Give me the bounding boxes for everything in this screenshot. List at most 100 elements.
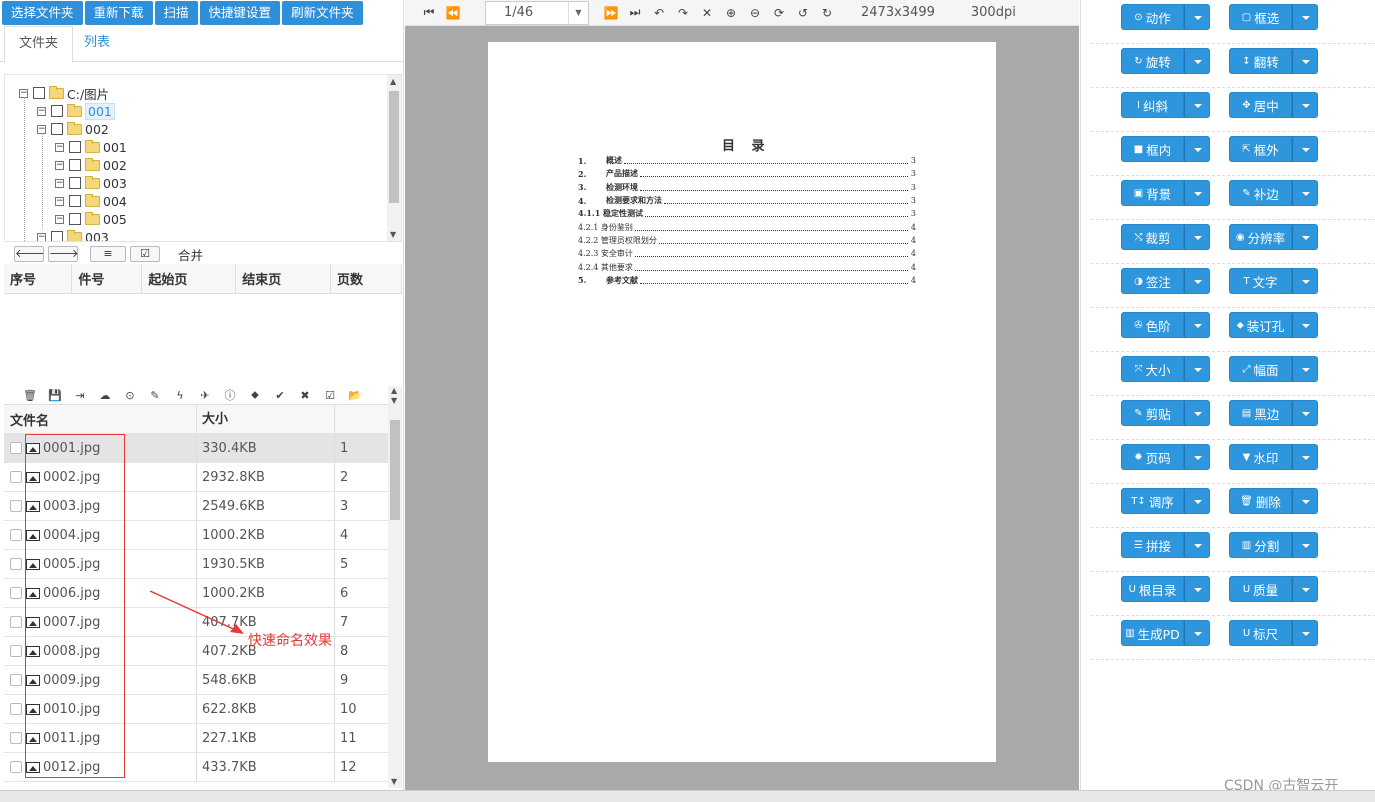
close-icon[interactable]: ✕ bbox=[695, 6, 719, 20]
tool-button[interactable]: U 质量 bbox=[1229, 576, 1292, 602]
tree-checkbox[interactable] bbox=[69, 195, 81, 207]
tool-button[interactable]: ✥ 居中 bbox=[1229, 92, 1292, 118]
info-icon[interactable]: ⓘ bbox=[222, 387, 238, 403]
scroll-up-icon[interactable]: ▲ bbox=[391, 386, 397, 395]
tool-button[interactable]: I 纠斜 bbox=[1121, 92, 1184, 118]
col-page-count[interactable]: 页数 bbox=[330, 264, 402, 294]
collapse-icon[interactable]: − bbox=[55, 214, 64, 224]
edit-icon[interactable]: ✎ bbox=[147, 389, 163, 402]
tab-list[interactable]: 列表 bbox=[70, 26, 124, 63]
chevron-down-icon[interactable] bbox=[1292, 356, 1318, 382]
collapse-icon[interactable]: − bbox=[55, 160, 64, 170]
scan-button[interactable]: 扫描 bbox=[154, 1, 198, 25]
rotate-left-icon[interactable]: ↺ bbox=[791, 6, 815, 20]
scroll-thumb[interactable] bbox=[389, 91, 399, 203]
tool-button[interactable]: ◉ 分辨率 bbox=[1229, 224, 1292, 250]
row-checkbox[interactable] bbox=[10, 587, 22, 599]
tool-button[interactable]: ■ 框内 bbox=[1121, 136, 1184, 162]
tree-node[interactable]: − 004 bbox=[55, 192, 127, 210]
shortcut-settings-button[interactable]: 快捷键设置 bbox=[199, 1, 281, 25]
chevron-down-icon[interactable] bbox=[1184, 532, 1210, 558]
chevron-down-icon[interactable] bbox=[1184, 180, 1210, 206]
check-icon[interactable]: ☑ bbox=[130, 246, 160, 262]
collapse-icon[interactable]: − bbox=[55, 196, 64, 206]
tool-button[interactable]: T↕ 调序 bbox=[1121, 488, 1184, 514]
scroll-down-icon[interactable]: ▼ bbox=[390, 230, 396, 239]
row-checkbox[interactable] bbox=[10, 674, 22, 686]
tool-button[interactable]: 🗑 删除 bbox=[1229, 488, 1292, 514]
bolt-icon[interactable]: ϟ bbox=[172, 389, 188, 402]
tree-scrollbar[interactable]: ▲ ▼ bbox=[387, 75, 401, 241]
tree-checkbox[interactable] bbox=[69, 177, 81, 189]
chevron-down-icon[interactable] bbox=[1292, 444, 1318, 470]
chevron-down-icon[interactable] bbox=[1184, 488, 1210, 514]
tool-button[interactable]: U 根目录 bbox=[1121, 576, 1184, 602]
chevron-down-icon[interactable] bbox=[1184, 400, 1210, 426]
col-size[interactable]: 大小 bbox=[197, 405, 335, 433]
tool-button[interactable]: ↕ 翻转 bbox=[1229, 48, 1292, 74]
tool-button[interactable]: ◑ 签注 bbox=[1121, 268, 1184, 294]
tool-button[interactable]: ⇱ 框外 bbox=[1229, 136, 1292, 162]
tool-button[interactable]: T 文字 bbox=[1229, 268, 1292, 294]
row-checkbox[interactable] bbox=[10, 500, 22, 512]
tool-button[interactable]: ☰ 拼接 bbox=[1121, 532, 1184, 558]
tab-folder[interactable]: 文件夹 bbox=[4, 26, 74, 63]
tree-checkbox[interactable] bbox=[33, 87, 45, 99]
chevron-down-icon[interactable] bbox=[1184, 92, 1210, 118]
chevron-down-icon[interactable] bbox=[1184, 4, 1210, 30]
col-start-page[interactable]: 起始页 bbox=[141, 264, 237, 294]
tool-button[interactable]: U 标尺 bbox=[1229, 620, 1292, 646]
tool-button[interactable]: ✎ 剪贴 bbox=[1121, 400, 1184, 426]
rotate-right-icon[interactable]: ↻ bbox=[815, 6, 839, 20]
collapse-icon[interactable]: − bbox=[55, 178, 64, 188]
tags-icon[interactable]: ⬥ bbox=[247, 388, 263, 402]
tree-node[interactable]: − 003 bbox=[55, 174, 127, 192]
file-scrollbar[interactable]: ▲ ▼ ▼ bbox=[388, 386, 402, 788]
tool-button[interactable]: ⬥ 装订孔 bbox=[1229, 312, 1292, 338]
plane-icon[interactable]: ✈ bbox=[197, 389, 213, 402]
chevron-down-icon[interactable] bbox=[1292, 620, 1318, 646]
row-checkbox[interactable] bbox=[10, 645, 22, 657]
chevron-down-icon[interactable] bbox=[1292, 268, 1318, 294]
row-checkbox[interactable] bbox=[10, 616, 22, 628]
tool-button[interactable]: ✹ 页码 bbox=[1121, 444, 1184, 470]
zoom-in-icon[interactable]: ⊕ bbox=[719, 6, 743, 20]
chevron-down-icon[interactable]: ▼ bbox=[568, 1, 588, 24]
row-checkbox[interactable] bbox=[10, 703, 22, 715]
prev-arrow-icon[interactable]: 🡐 bbox=[14, 246, 45, 262]
prev-page-icon[interactable]: ⏪ bbox=[441, 6, 465, 20]
refresh-icon[interactable]: ⟳ bbox=[767, 6, 791, 20]
tool-button[interactable]: ⤢ 幅面 bbox=[1229, 356, 1292, 382]
scroll-up-icon[interactable]: ▲ bbox=[390, 77, 396, 86]
chevron-down-icon[interactable] bbox=[1184, 444, 1210, 470]
check-square-icon[interactable]: ☑ bbox=[322, 389, 338, 402]
chevron-down-icon[interactable] bbox=[1184, 48, 1210, 74]
import-icon[interactable]: ⇥ bbox=[72, 389, 88, 402]
row-checkbox[interactable] bbox=[10, 529, 22, 541]
tree-node[interactable]: − 001 bbox=[37, 102, 115, 120]
trash-icon[interactable]: 🗑 bbox=[22, 389, 38, 402]
tree-node[interactable]: − 001 bbox=[55, 138, 127, 156]
list-icon[interactable]: ≡ bbox=[90, 246, 126, 262]
download-icon[interactable]: ⊙ bbox=[122, 389, 138, 402]
chevron-down-icon[interactable] bbox=[1184, 356, 1210, 382]
check-icon[interactable]: ✔ bbox=[272, 389, 288, 402]
tool-button[interactable]: ▥ 生成PD bbox=[1121, 620, 1184, 646]
row-checkbox[interactable] bbox=[10, 558, 22, 570]
tool-button[interactable]: ▤ 黑边 bbox=[1229, 400, 1292, 426]
cloud-upload-icon[interactable]: ☁ bbox=[97, 389, 113, 402]
tree-node[interactable]: − C:/图片 bbox=[19, 84, 109, 102]
tree-checkbox[interactable] bbox=[51, 105, 63, 117]
chevron-down-icon[interactable] bbox=[1292, 136, 1318, 162]
first-page-icon[interactable]: ⏮ bbox=[417, 5, 441, 20]
tool-button[interactable]: ▣ 背景 bbox=[1121, 180, 1184, 206]
chevron-down-icon[interactable] bbox=[1292, 488, 1318, 514]
tree-checkbox[interactable] bbox=[69, 141, 81, 153]
next-page-icon[interactable]: ⏩ bbox=[599, 6, 623, 20]
tool-button[interactable]: ⤭ 裁剪 bbox=[1121, 224, 1184, 250]
collapse-icon[interactable]: − bbox=[55, 142, 64, 152]
col-seq[interactable]: 序号 bbox=[4, 264, 73, 294]
folder-open-icon[interactable]: 📂 bbox=[347, 389, 363, 402]
scroll-thumb[interactable] bbox=[390, 420, 400, 520]
tool-button[interactable]: ✎ 补边 bbox=[1229, 180, 1292, 206]
